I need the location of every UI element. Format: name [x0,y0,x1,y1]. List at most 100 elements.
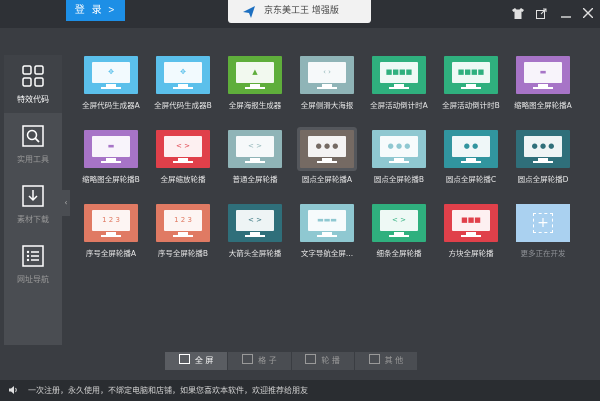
template-tile[interactable]: < > 普通全屏轮播 [228,130,288,198]
template-tile[interactable]: ✥ 全屏代码生成器B [154,56,216,124]
monitor-thumbnail: ▬ [84,130,138,168]
tile-label: 大箭头全屏轮播 [228,249,282,258]
template-tile[interactable]: ■■■■ 全屏活动倒计时A [370,56,432,124]
monitor-thumbnail: < > [372,204,426,242]
tile-label: 序号全屏轮播A [85,249,137,258]
tile-label: 全屏代码生成器B [154,101,212,110]
monitor-base [461,87,481,89]
monitor-thumbnail: ● ● [444,130,498,168]
monitor-thumbnail: < > [228,130,282,168]
monitor-base [245,161,265,163]
tile-label: 全屏活动倒计时A [370,101,428,110]
preview-glyph: < > [248,216,262,224]
monitor-thumbnail: ‹ › [300,56,354,94]
monitor-base [317,235,337,237]
template-tile[interactable]: ■■■ 方块全屏轮播 [444,204,504,272]
preview-glyph: ▲ [252,68,258,76]
template-tile[interactable]: ‹ › 全屏侧滑大海报 [300,56,360,124]
template-tile[interactable]: ▲ 全屏海报生成器 [228,56,288,124]
image-icon [305,354,317,364]
preview-glyph: < > [248,142,262,150]
minimize-icon[interactable] [558,5,574,21]
list-icon [22,245,44,267]
template-tile[interactable]: ● ● 圆点全屏轮播C [444,130,504,198]
preview-glyph: ■■■ [461,216,481,224]
monitor-base [173,161,193,163]
sidebar-collapse-handle[interactable]: ‹ [62,190,70,216]
monitor-base [173,87,193,89]
monitor-thumbnail: ■■■■ [444,56,498,94]
status-bar: 一次注册，永久使用，不绑定电脑和店铺，如果您喜欢本软件，欢迎推荐给朋友 [0,380,600,401]
tab-label: 轮 播 [321,356,340,365]
sidebar-item-label: 特效代码 [17,95,49,104]
preview-glyph: ● ● [463,142,479,150]
monitor-base [317,87,337,89]
template-tile[interactable]: ▬ 缩略图全屏轮播B [82,130,144,198]
tab-label: 格 子 [258,356,277,365]
tile-label: 全屏活动倒计时B [442,101,500,110]
tile-label: 缩略图全屏轮播B [82,175,140,184]
sidebar-item-label: 网址导航 [17,275,49,284]
template-tile[interactable]: ▬▬▬ 文字导航全屏... [300,204,360,272]
grid-icon [22,65,44,87]
template-tile[interactable]: ▬ 缩略图全屏轮播A [514,56,576,124]
close-icon[interactable] [580,5,596,21]
tab-grid[interactable]: 格 子 [228,352,291,370]
tile-label: 圆点全屏轮播D [517,175,569,184]
puzzle-icon [368,354,380,364]
template-tile[interactable]: + 更多正在开发 [516,204,576,272]
monitor-base [533,161,553,163]
preview-glyph: < > [176,142,190,150]
monitor-thumbnail: 1 2 3 [156,204,210,242]
tab-label: 其 他 [384,356,404,365]
sidebar-item-label: 实用工具 [17,155,49,164]
tab-other[interactable]: 其 他 [354,352,417,370]
template-tile[interactable]: ✥ 全屏代码生成器A [82,56,144,124]
template-tile[interactable]: ● ● ● 圆点全屏轮播B [372,130,432,198]
sidebar-item-tools[interactable]: 实用工具 [4,115,62,173]
sidebar-item-navigation[interactable]: 网址导航 [4,235,62,293]
sidebar: 特效代码 实用工具 素材下载 网址导航 [4,55,62,345]
preview-glyph: 1 2 3 [102,216,120,224]
tile-label: 方块全屏轮播 [448,249,494,258]
placeholder-thumbnail: + [516,204,570,242]
tshirt-icon[interactable] [510,5,526,21]
sidebar-item-effects[interactable]: 特效代码 [4,55,62,113]
preview-glyph: ● ● ● [315,142,339,150]
template-tile[interactable]: ● ● ● 圆点全屏轮播D [516,130,576,198]
status-message: 一次注册，永久使用，不绑定电脑和店铺，如果您喜欢本软件，欢迎推荐给朋友 [28,386,308,395]
tile-label: 圆点全屏轮播A [301,175,353,184]
template-tile[interactable]: < > 细条全屏轮播 [372,204,432,272]
template-tile[interactable]: < > 大箭头全屏轮播 [228,204,288,272]
monitor-thumbnail: ✥ [156,56,210,94]
monitor-base [101,235,121,237]
app-title-tab: 京东美工王 增强版 [228,0,371,23]
monitor-thumbnail: ■■■■ [372,56,426,94]
plus-icon: + [533,213,553,233]
template-tile[interactable]: ● ● ● 圆点全屏轮播A [300,130,360,198]
monitor-base [461,161,481,163]
tile-label: 全屏缩放轮播 [160,175,206,184]
share-icon[interactable] [533,5,549,21]
template-tile[interactable]: 1 2 3 序号全屏轮播A [84,204,144,272]
monitor-thumbnail: < > [156,130,210,168]
monitor-base [245,87,265,89]
title-bar: 登 录 > 京东美工王 增强版 [0,0,600,28]
login-button[interactable]: 登 录 > [66,0,125,21]
monitor-base [173,235,193,237]
template-tile[interactable]: < > 全屏缩放轮播 [156,130,216,198]
template-tile[interactable]: 1 2 3 序号全屏轮播B [156,204,216,272]
category-tabs: 全 屏 格 子 轮 播 其 他 [165,352,418,370]
tile-label: 更多正在开发 [520,249,566,258]
sidebar-item-downloads[interactable]: 素材下载 [4,175,62,233]
search-icon [22,125,44,147]
template-tile[interactable]: ■■■■ 全屏活动倒计时B [442,56,504,124]
preview-glyph: < > [392,216,406,224]
tile-label: 全屏代码生成器A [82,101,140,110]
monitor-base [389,161,409,163]
tab-carousel[interactable]: 轮 播 [291,352,354,370]
monitor-thumbnail: 1 2 3 [84,204,138,242]
monitor-base [389,87,409,89]
tab-fullscreen[interactable]: 全 屏 [165,352,228,370]
tile-label: 全屏侧滑大海报 [300,101,354,110]
